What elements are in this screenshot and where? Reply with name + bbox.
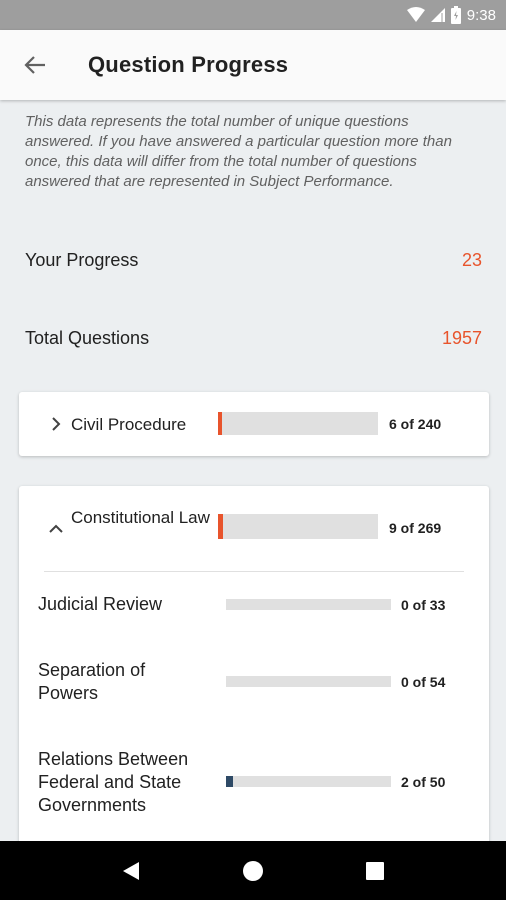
circle-home-icon xyxy=(243,860,263,881)
square-recents-icon xyxy=(366,861,384,880)
chevron-up-icon xyxy=(49,524,63,533)
topic-label: Judicial Review xyxy=(38,594,163,614)
progress-count: 6 of 240 xyxy=(389,416,442,432)
arrow-back-icon xyxy=(24,56,45,74)
system-nav-bar xyxy=(0,841,506,900)
triangle-back-icon xyxy=(123,861,139,880)
topic-progress-bar xyxy=(226,776,391,787)
subject-card-civil-procedure[interactable]: Civil Procedure 6 of 240 xyxy=(19,392,489,456)
topic-row-judicial-review[interactable]: Judicial Review 0 of 33 xyxy=(19,572,489,638)
content[interactable]: This data represents the total number of… xyxy=(0,100,506,841)
topic-progress-count: 2 of 50 xyxy=(401,774,446,790)
chevron-right-icon xyxy=(52,417,61,431)
topic-progress-count: 0 of 33 xyxy=(401,597,446,613)
topic-row-separation-of-powers[interactable]: Separation of Powers 0 of 54 xyxy=(19,650,489,720)
progress-bar-fill xyxy=(218,514,224,539)
total-questions-label: Total Questions xyxy=(25,328,150,348)
subject-row[interactable]: Constitutional Law 9 of 269 xyxy=(19,486,489,571)
page-title: Question Progress xyxy=(88,52,289,77)
nav-back-button[interactable] xyxy=(101,841,161,900)
status-time: 9:38 xyxy=(466,6,496,24)
topic-label: Relations Between Federal and State Gove… xyxy=(38,749,189,815)
disclaimer-text: This data represents the total number of… xyxy=(25,113,452,190)
progress-count: 9 of 269 xyxy=(389,520,442,536)
topic-row-federal-state[interactable]: Relations Between Federal and State Gove… xyxy=(19,738,489,828)
nav-recents-button[interactable] xyxy=(345,841,405,900)
subject-card-constitutional-law[interactable]: Constitutional Law 9 of 269 Judicial Rev… xyxy=(19,486,489,841)
status-icons: 9:38 xyxy=(406,5,496,25)
progress-bar-fill xyxy=(218,412,222,435)
subject-label: Civil Procedure xyxy=(71,415,187,434)
total-questions-row: Total Questions 1957 xyxy=(25,328,482,349)
topic-progress-count: 0 of 54 xyxy=(401,674,446,690)
nav-home-button[interactable] xyxy=(223,841,283,900)
wifi-icon xyxy=(406,7,425,22)
progress-bar xyxy=(218,514,378,539)
topic-progress-bar xyxy=(226,676,391,687)
signal-icon xyxy=(430,8,445,22)
back-button[interactable] xyxy=(0,30,70,100)
battery-icon xyxy=(450,6,461,24)
your-progress-value: 23 xyxy=(461,250,482,270)
total-questions-value: 1957 xyxy=(441,328,482,348)
app-bar: Question Progress xyxy=(0,30,506,100)
your-progress-row: Your Progress 23 xyxy=(25,250,482,271)
topic-progress-bar-fill xyxy=(226,776,233,787)
progress-bar xyxy=(218,412,378,435)
your-progress-label: Your Progress xyxy=(25,250,139,270)
topic-progress-bar xyxy=(226,599,391,610)
subject-label: Constitutional Law xyxy=(71,508,210,527)
status-bar: 9:38 xyxy=(0,0,506,30)
subject-row[interactable]: Civil Procedure 6 of 240 xyxy=(19,392,489,456)
topic-label: Separation of Powers xyxy=(38,660,146,703)
